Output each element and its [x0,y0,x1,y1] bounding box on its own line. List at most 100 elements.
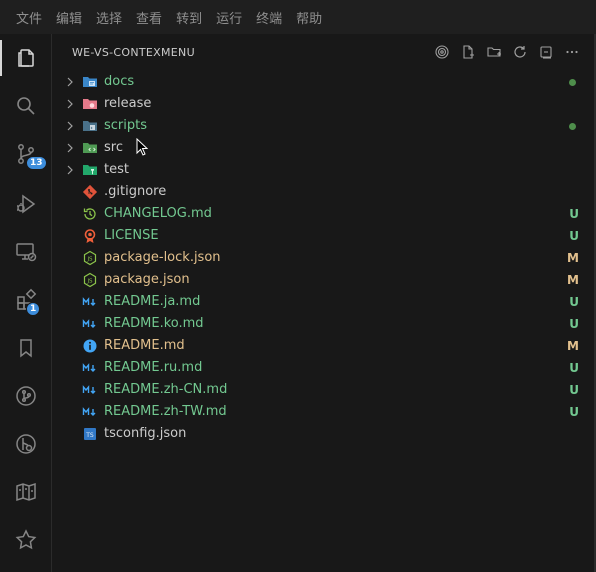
tree-item-package[interactable]: JS package.json M [52,269,596,291]
menu-selection[interactable]: 选择 [96,8,122,27]
git-status-untracked: U [569,317,579,331]
tree-item-label: README.ja.md [104,294,201,309]
tree-item-gitignore[interactable]: .gitignore [52,181,596,203]
tree-item-tsconfig[interactable]: TS tsconfig.json [52,423,596,445]
markdown-icon [82,297,96,306]
tree-item-label: CHANGELOG.md [104,206,212,221]
tree-item-docs[interactable]: docs [52,71,596,93]
source-control-activity[interactable]: 13 [0,132,51,176]
tree-item-readme-zh-cn[interactable]: README.zh-CN.md U [52,379,596,401]
tree-item-label: README.md [104,338,185,353]
info-icon [83,339,97,353]
bookmark-icon [19,339,32,358]
git-status-modified: M [567,251,579,265]
tree-item-readme-ko[interactable]: README.ko.md U [52,313,596,335]
book-map-icon [15,482,36,502]
chevron-right-icon[interactable] [64,120,76,132]
git-status-modified: M [567,339,579,353]
explorer-title: WE-VS-CONTEXMENU [72,46,195,59]
folder-src-icon [83,143,97,153]
target-icon[interactable] [434,44,450,60]
menu-edit[interactable]: 编辑 [56,8,82,27]
license-icon [84,229,96,243]
mouse-cursor-icon [136,138,148,156]
bookmark-activity[interactable] [0,326,51,370]
collapse-all-icon[interactable] [538,44,554,60]
nodejs-icon: JS [83,250,97,266]
svg-text:JS: JS [86,256,93,262]
explorer-activity[interactable] [0,36,51,80]
folder-docs-icon [83,77,97,87]
git-status-untracked: U [569,361,579,375]
git-status-untracked: U [569,405,579,419]
tree-item-license[interactable]: LICENSE U [52,225,596,247]
new-file-icon[interactable] [460,44,476,60]
tsconfig-icon: TS [84,428,96,440]
git-status-untracked: U [569,229,579,243]
explorer-header: WE-VS-CONTEXMENU [52,34,596,70]
more-icon[interactable] [564,44,580,60]
menu-help[interactable]: 帮助 [296,8,322,27]
refresh-icon[interactable] [512,44,528,60]
remote-explorer-icon [15,243,36,262]
markdown-icon [82,319,96,328]
extensions-activity[interactable]: 1 [0,278,51,322]
menu-go[interactable]: 转到 [176,8,202,27]
chevron-right-icon[interactable] [64,76,76,88]
tree-item-label: README.zh-CN.md [104,382,228,397]
run-debug-activity[interactable] [0,182,51,226]
tree-item-label: .gitignore [104,184,167,199]
chevron-right-icon[interactable] [64,164,76,176]
remote-explorer-activity[interactable] [0,230,51,274]
folder-scripts-icon [83,121,97,131]
menu-terminal[interactable]: 终端 [256,8,282,27]
tree-item-release[interactable]: release [52,93,596,115]
tree-item-readme-zh-tw[interactable]: README.zh-TW.md U [52,401,596,423]
explorer-toolbar [434,44,580,60]
gitlens-activity[interactable] [0,422,51,466]
tree-item-src[interactable]: src [52,137,596,159]
tree-item-label: package.json [104,272,190,287]
chevron-right-icon[interactable] [64,142,76,154]
search-icon [16,97,35,115]
star-activity[interactable] [0,518,51,562]
extensions-badge: 1 [26,302,41,316]
markdown-icon [82,385,96,394]
source-control-badge: 13 [26,156,47,170]
git-status-untracked: U [569,295,579,309]
markdown-icon [82,407,96,416]
git-decoration-dot [569,79,576,86]
tree-item-package-lock[interactable]: JS package-lock.json M [52,247,596,269]
search-activity[interactable] [0,84,51,128]
tree-item-readme[interactable]: README.md M [52,335,596,357]
tree-item-label: README.ru.md [104,360,203,375]
git-status-untracked: U [569,383,579,397]
tree-item-label: release [104,96,152,111]
menu-view[interactable]: 查看 [136,8,162,27]
tree-item-readme-ru[interactable]: README.ru.md U [52,357,596,379]
git-graph-icon [15,386,36,406]
menu-run[interactable]: 运行 [216,8,242,27]
chevron-right-icon[interactable] [64,98,76,110]
tree-item-label: test [104,162,129,177]
folder-test-icon [83,165,97,175]
run-debug-icon [16,194,35,214]
star-icon [15,529,36,550]
tree-item-label: tsconfig.json [104,426,187,441]
activity-bar: 13 1 [0,34,52,572]
git-status-modified: M [567,273,579,287]
tree-item-label: scripts [104,118,147,133]
tree-item-scripts[interactable]: scripts [52,115,596,137]
menu-file[interactable]: 文件 [16,8,42,27]
book-map-activity[interactable] [0,470,51,514]
svg-text:TS: TS [85,432,94,439]
git-graph-activity[interactable] [0,374,51,418]
tree-item-readme-ja[interactable]: README.ja.md U [52,291,596,313]
tree-item-test[interactable]: test [52,159,596,181]
tree-item-changelog[interactable]: CHANGELOG.md U [52,203,596,225]
explorer-panel: WE-VS-CONTEXMENU docs release scripts sr… [52,34,596,572]
new-folder-icon[interactable] [486,44,502,60]
svg-text:JS: JS [86,278,93,284]
git-status-untracked: U [569,207,579,221]
git-decoration-dot [569,123,576,130]
